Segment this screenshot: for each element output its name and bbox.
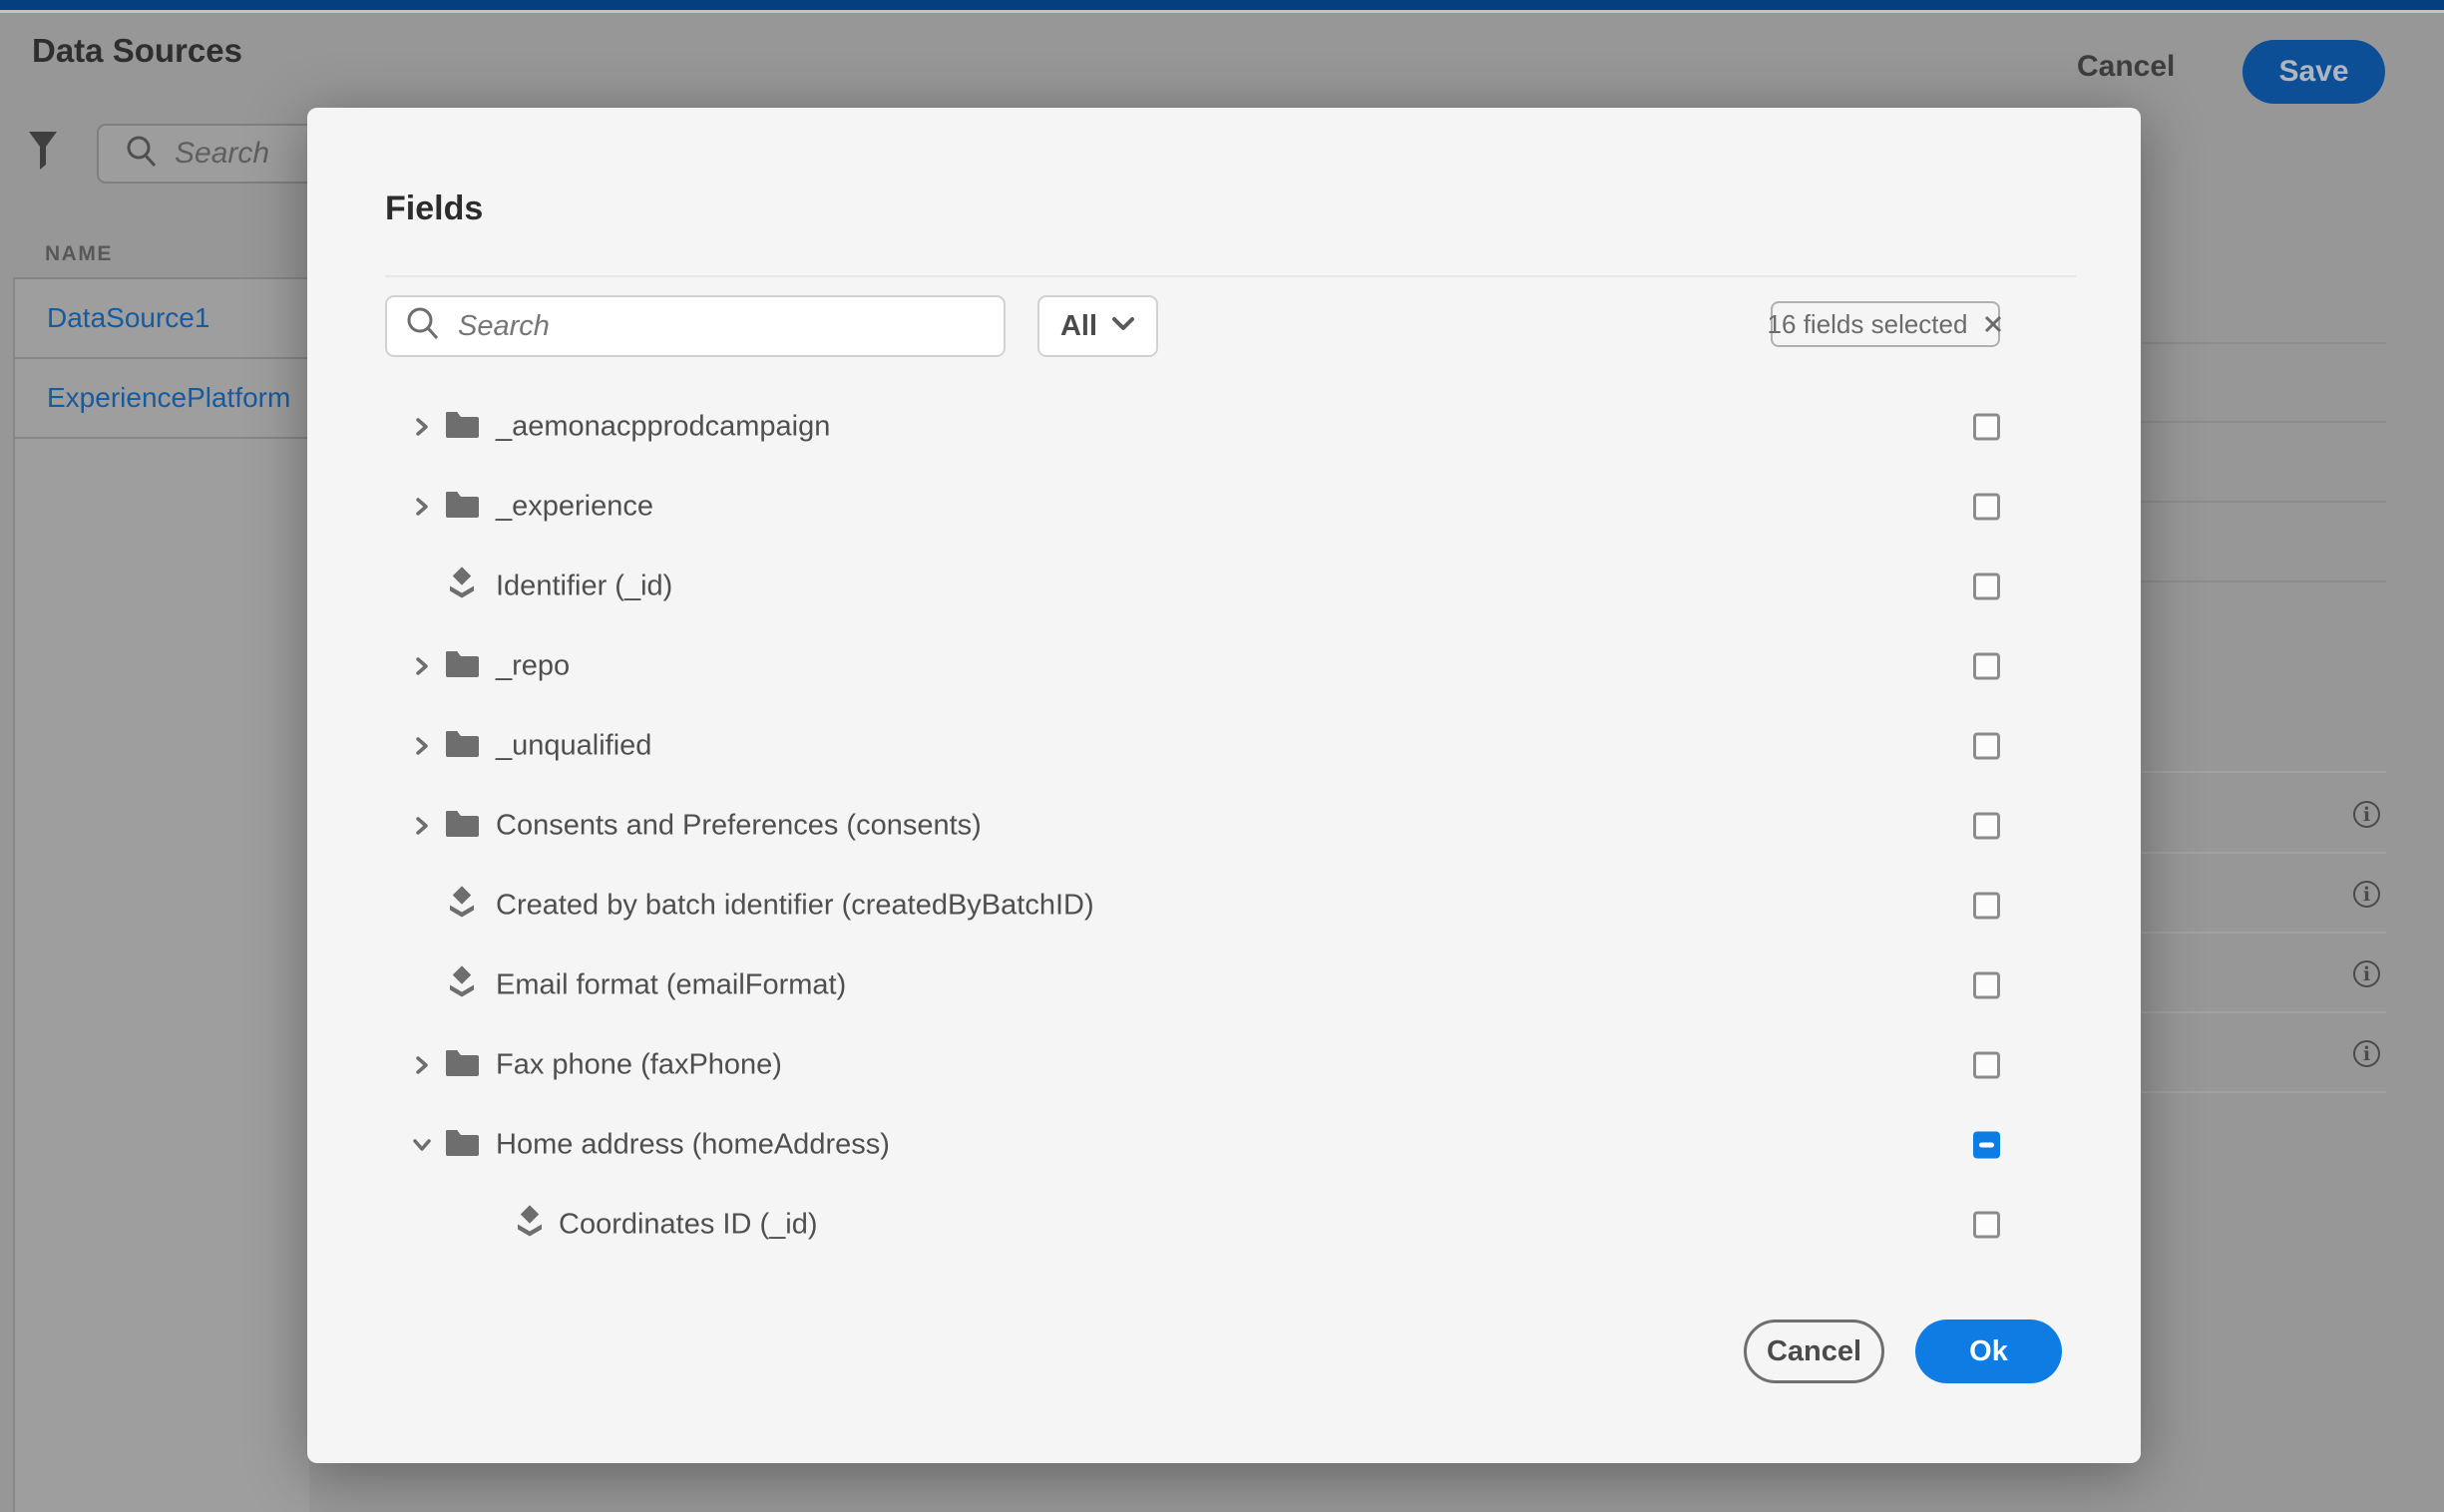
chevron-right-icon[interactable] [409, 1052, 435, 1078]
field-icon [445, 966, 479, 1005]
selected-fields-count: 16 fields selected [1768, 309, 1968, 340]
info-icon[interactable]: i [2353, 1040, 2380, 1067]
folder-icon [445, 410, 480, 444]
field-icon [445, 567, 479, 606]
dialog-title: Fields [385, 189, 483, 228]
tree-row[interactable]: Home address (homeAddress) [307, 1105, 2141, 1185]
chevron-right-icon[interactable] [409, 653, 435, 679]
field-type-dropdown[interactable]: All [1037, 295, 1158, 357]
tree-row[interactable]: _experience [307, 467, 2141, 547]
info-icon[interactable]: i [2353, 881, 2380, 908]
dialog-divider [385, 275, 2076, 277]
datasource-table: DataSource1 ExperiencePlatform [13, 277, 309, 1512]
panel-divider [2142, 1091, 2386, 1093]
datasource-link[interactable]: ExperiencePlatform [47, 382, 290, 414]
chevron-right-icon[interactable] [409, 813, 435, 839]
tree-row[interactable]: Fax phone (faxPhone) [307, 1025, 2141, 1105]
selected-fields-tag: 16 fields selected [1771, 301, 2000, 347]
tree-row-label: Identifier (_id) [496, 570, 672, 603]
dropdown-value: All [1060, 310, 1097, 343]
dialog-ok-button[interactable]: Ok [1915, 1320, 2062, 1383]
panel-divider [2142, 1011, 2386, 1013]
checkbox[interactable] [1973, 733, 2000, 760]
table-row[interactable]: DataSource1 [15, 279, 309, 359]
chevron-down-icon[interactable] [409, 1132, 435, 1158]
checkbox[interactable] [1973, 1052, 2000, 1079]
checkbox[interactable] [1973, 813, 2000, 840]
tree-row-label: Fax phone (faxPhone) [496, 1049, 782, 1082]
folder-icon [445, 729, 480, 763]
info-icon[interactable]: i [2353, 801, 2380, 828]
header-save-button[interactable]: Save [2242, 40, 2385, 104]
field-icon [445, 887, 479, 926]
fields-search-input[interactable]: Search [385, 295, 1006, 357]
table-column-name: NAME [45, 242, 113, 266]
tree-row[interactable]: Identifier (_id) [307, 547, 2141, 626]
tree-row-label: Email format (emailFormat) [496, 969, 846, 1002]
tree-row[interactable]: _aemonacpprodcampaign [307, 387, 2141, 467]
checkbox[interactable] [1973, 414, 2000, 441]
header-cancel-button[interactable]: Cancel [2077, 50, 2175, 84]
panel-divider [2142, 421, 2386, 423]
field-icon [513, 1206, 547, 1245]
folder-icon [445, 490, 480, 524]
tree-row-label: _experience [496, 491, 653, 524]
chevron-right-icon[interactable] [409, 494, 435, 520]
folder-icon [445, 809, 480, 843]
tree-row[interactable]: Email format (emailFormat) [307, 945, 2141, 1025]
top-nav-bar [0, 0, 2444, 10]
tree-row-label: _aemonacpprodcampaign [496, 411, 830, 444]
search-icon [125, 135, 159, 174]
folder-icon [445, 649, 480, 683]
folder-icon [445, 1048, 480, 1082]
fields-dialog: Fields Search All 16 fields selected _ae… [307, 108, 2141, 1463]
checkbox[interactable] [1973, 653, 2000, 680]
page-title: Data Sources [32, 32, 242, 70]
tree-row[interactable]: Consents and Preferences (consents) [307, 786, 2141, 866]
tree-row[interactable]: _unqualified [307, 706, 2141, 786]
search-placeholder: Search [458, 310, 550, 343]
chevron-down-icon [1111, 316, 1135, 337]
folder-icon [445, 1128, 480, 1162]
checkbox[interactable] [1973, 1212, 2000, 1239]
panel-divider [2142, 932, 2386, 934]
tree-row-label: _repo [496, 650, 570, 683]
checkbox[interactable] [1973, 494, 2000, 521]
panel-divider [2142, 852, 2386, 854]
info-icon[interactable]: i [2353, 960, 2380, 987]
tree-row-label: Consents and Preferences (consents) [496, 810, 982, 843]
top-bar-divider [0, 10, 2444, 13]
panel-divider [2142, 342, 2386, 344]
search-icon [405, 306, 441, 347]
tree-row-label: Home address (homeAddress) [496, 1129, 890, 1162]
panel-divider [2142, 501, 2386, 503]
panel-divider [2142, 580, 2386, 582]
tree-row[interactable]: _repo [307, 626, 2141, 706]
checkbox[interactable] [1973, 573, 2000, 600]
checkbox[interactable] [1973, 972, 2000, 999]
checkbox[interactable] [1973, 893, 2000, 920]
table-row[interactable]: ExperiencePlatform [15, 359, 309, 439]
filter-icon[interactable] [29, 132, 57, 176]
tree-row-label: Coordinates ID (_id) [559, 1209, 818, 1242]
tree-row-label: Created by batch identifier (createdByBa… [496, 890, 1094, 923]
tree-row-label: _unqualified [496, 730, 651, 763]
datasource-link[interactable]: DataSource1 [47, 302, 209, 334]
tree-row[interactable]: Coordinates ID (_id) [307, 1185, 2141, 1265]
search-placeholder: Search [175, 137, 269, 171]
field-tree: _aemonacpprodcampaign _experience Identifi… [307, 387, 2141, 1265]
panel-divider [2142, 771, 2386, 773]
dialog-cancel-button[interactable]: Cancel [1744, 1320, 1884, 1383]
chevron-right-icon[interactable] [409, 414, 435, 440]
checkbox-indeterminate[interactable] [1973, 1132, 2000, 1159]
chevron-right-icon[interactable] [409, 733, 435, 759]
close-icon[interactable] [1983, 314, 2003, 334]
tree-row[interactable]: Created by batch identifier (createdByBa… [307, 866, 2141, 945]
